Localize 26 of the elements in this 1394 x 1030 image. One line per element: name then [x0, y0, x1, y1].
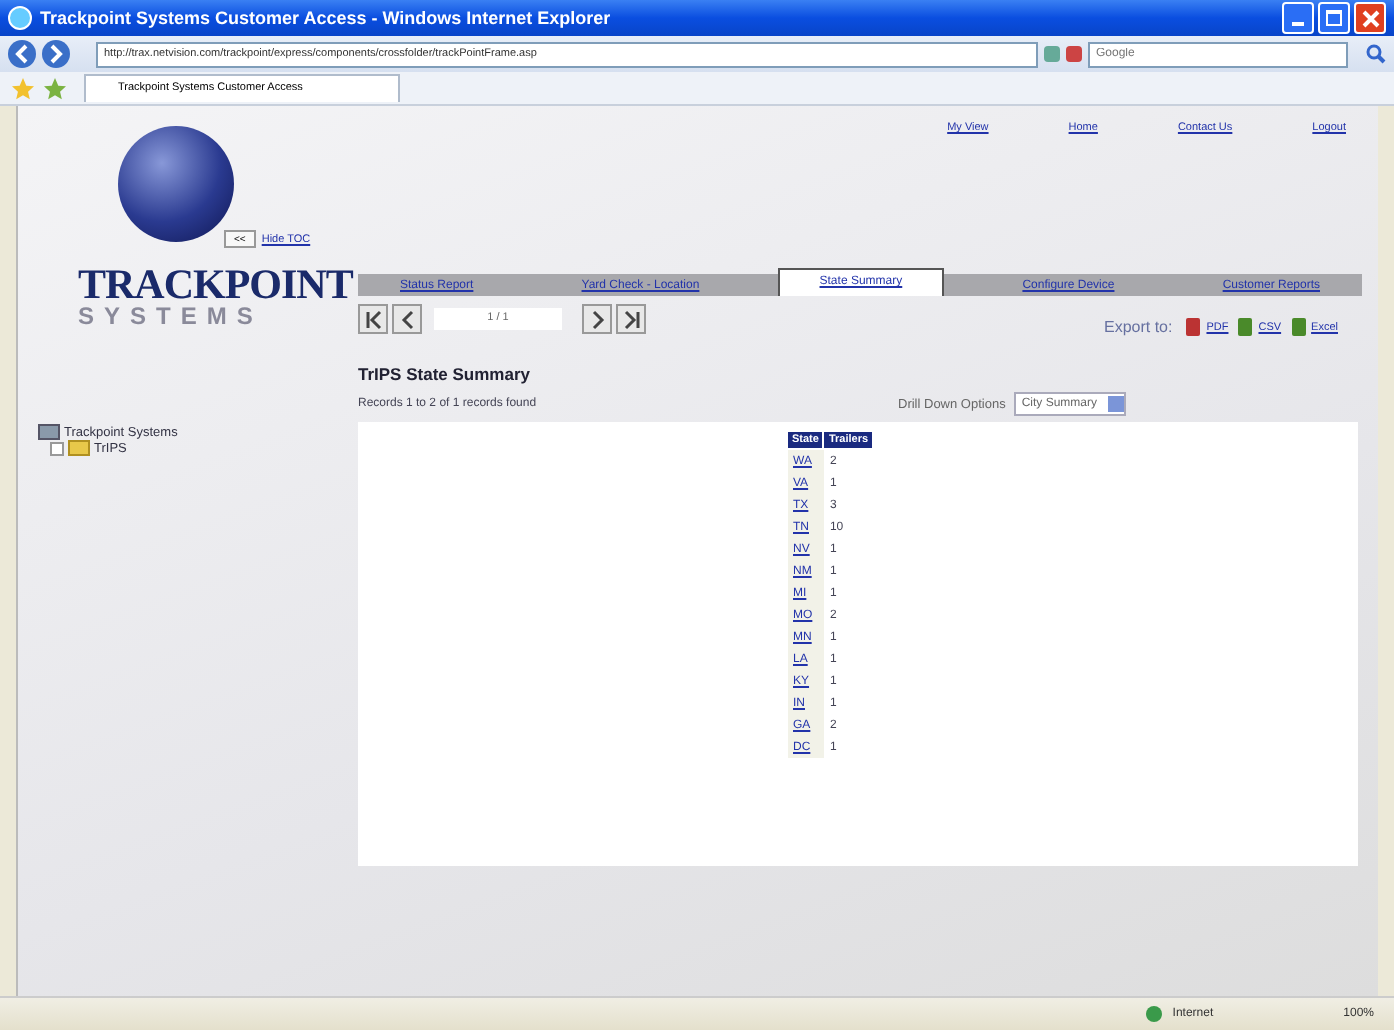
forward-button[interactable] — [42, 40, 70, 68]
report-title: TrIPS State Summary — [358, 364, 532, 384]
document-icon[interactable] — [1238, 318, 1253, 336]
document-icon[interactable] — [1186, 318, 1201, 336]
next-page-icon — [587, 309, 607, 329]
expander-icon[interactable] — [50, 441, 64, 455]
previous-page-button[interactable] — [392, 304, 422, 334]
first-page-button[interactable] — [358, 304, 388, 334]
last-page-icon — [621, 309, 641, 329]
next-page-button[interactable] — [582, 304, 612, 334]
previous-page-icon — [397, 309, 417, 329]
back-button[interactable] — [8, 40, 36, 68]
favorites-star-icon[interactable] — [12, 77, 34, 99]
close-button[interactable] — [1354, 2, 1386, 34]
logo-text: TRACKPOINT — [78, 264, 353, 304]
window-title: Trackpoint Systems Customer Access - Windows Internet Explorer — [40, 8, 613, 28]
search-icon[interactable] — [1366, 44, 1386, 64]
export-label: Export to: — [1103, 318, 1173, 336]
first-page-icon — [363, 309, 383, 329]
minimize-button[interactable] — [1282, 2, 1314, 34]
logo-tagline: SYSTEMS — [78, 304, 263, 328]
last-page-button[interactable] — [616, 304, 646, 334]
document-icon[interactable] — [1291, 318, 1306, 336]
maximize-button[interactable] — [1318, 2, 1350, 34]
close-icon — [1361, 9, 1379, 27]
folder-icon — [68, 440, 90, 456]
